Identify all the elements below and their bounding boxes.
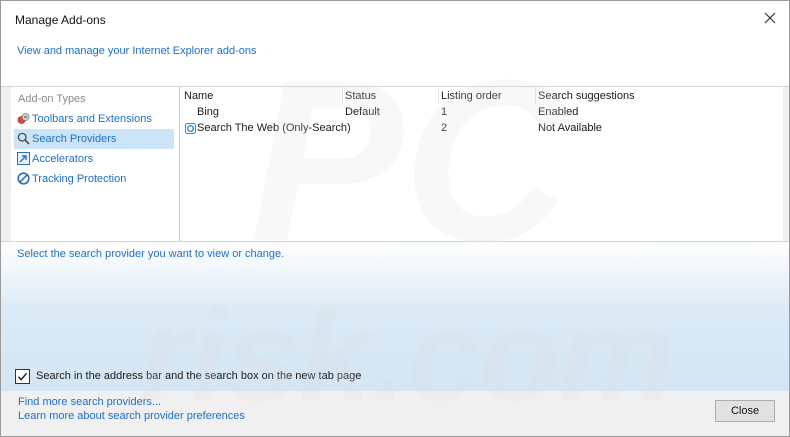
column-header-search-suggestions[interactable]: Search suggestions (538, 90, 635, 102)
tracking-protection-icon (17, 172, 30, 185)
sidebar-item-tracking-protection[interactable]: Tracking Protection (14, 169, 174, 189)
column-divider (438, 89, 439, 103)
sidebar-item-label: Tracking Protection (32, 173, 127, 185)
addon-types-sidebar: Add-on Types Toolbars and Extensions Sea… (11, 87, 179, 241)
provider-name: Search The Web (Only-Search) (197, 122, 351, 134)
find-more-search-providers-link[interactable]: Find more search providers... (18, 396, 161, 408)
accelerators-icon (17, 152, 30, 165)
provider-listing-order: 2 (441, 122, 448, 134)
checkbox-label[interactable]: Search in the address bar and the search… (36, 370, 361, 382)
address-bar-search-checkbox[interactable] (15, 369, 30, 384)
details-panel: Select the search provider you want to v… (1, 241, 789, 392)
search-provider-icon (185, 123, 196, 134)
table-row[interactable]: Search The Web (Only-Search) 2 Not Avail… (180, 122, 783, 138)
window-title: Manage Add-ons (15, 13, 106, 27)
title-bar: Manage Add-ons (1, 1, 789, 36)
sidebar-item-search-providers[interactable]: Search Providers (14, 129, 174, 149)
manage-addons-window: Manage Add-ons View and manage your Inte… (0, 0, 790, 437)
toolbars-extensions-icon (17, 113, 30, 124)
provider-search-suggestions: Enabled (538, 106, 579, 118)
column-header-status[interactable]: Status (345, 90, 376, 102)
sidebar-item-label: Toolbars and Extensions (32, 113, 152, 125)
column-divider (535, 89, 536, 103)
column-header-listing-order[interactable]: Listing order (441, 90, 502, 102)
provider-listing-order: 1 (441, 106, 448, 118)
header-band: View and manage your Internet Explorer a… (1, 36, 789, 87)
sidebar-item-label: Accelerators (32, 153, 94, 165)
learn-more-search-preferences-link[interactable]: Learn more about search provider prefere… (18, 410, 245, 422)
provider-search-suggestions: Not Available (538, 122, 603, 134)
column-header-name[interactable]: Name (184, 90, 213, 102)
close-button[interactable]: Close (715, 400, 775, 422)
sidebar-item-accelerators[interactable]: Accelerators (14, 149, 174, 169)
header-description-link[interactable]: View and manage your Internet Explorer a… (17, 45, 257, 57)
footer: Find more search providers... Learn more… (1, 391, 789, 436)
search-providers-list: Name Status Listing order Search suggest… (179, 87, 783, 241)
table-row[interactable]: Bing Default 1 Enabled (180, 106, 783, 122)
provider-name: Bing (197, 106, 220, 118)
sidebar-item-label: Search Providers (32, 133, 117, 145)
details-prompt: Select the search provider you want to v… (17, 248, 285, 260)
column-divider (342, 89, 343, 103)
close-icon[interactable] (761, 9, 779, 27)
sidebar-heading: Add-on Types (18, 93, 86, 105)
provider-status: Default (345, 106, 380, 118)
search-providers-icon (17, 132, 30, 145)
sidebar-item-toolbars-extensions[interactable]: Toolbars and Extensions (14, 109, 174, 129)
